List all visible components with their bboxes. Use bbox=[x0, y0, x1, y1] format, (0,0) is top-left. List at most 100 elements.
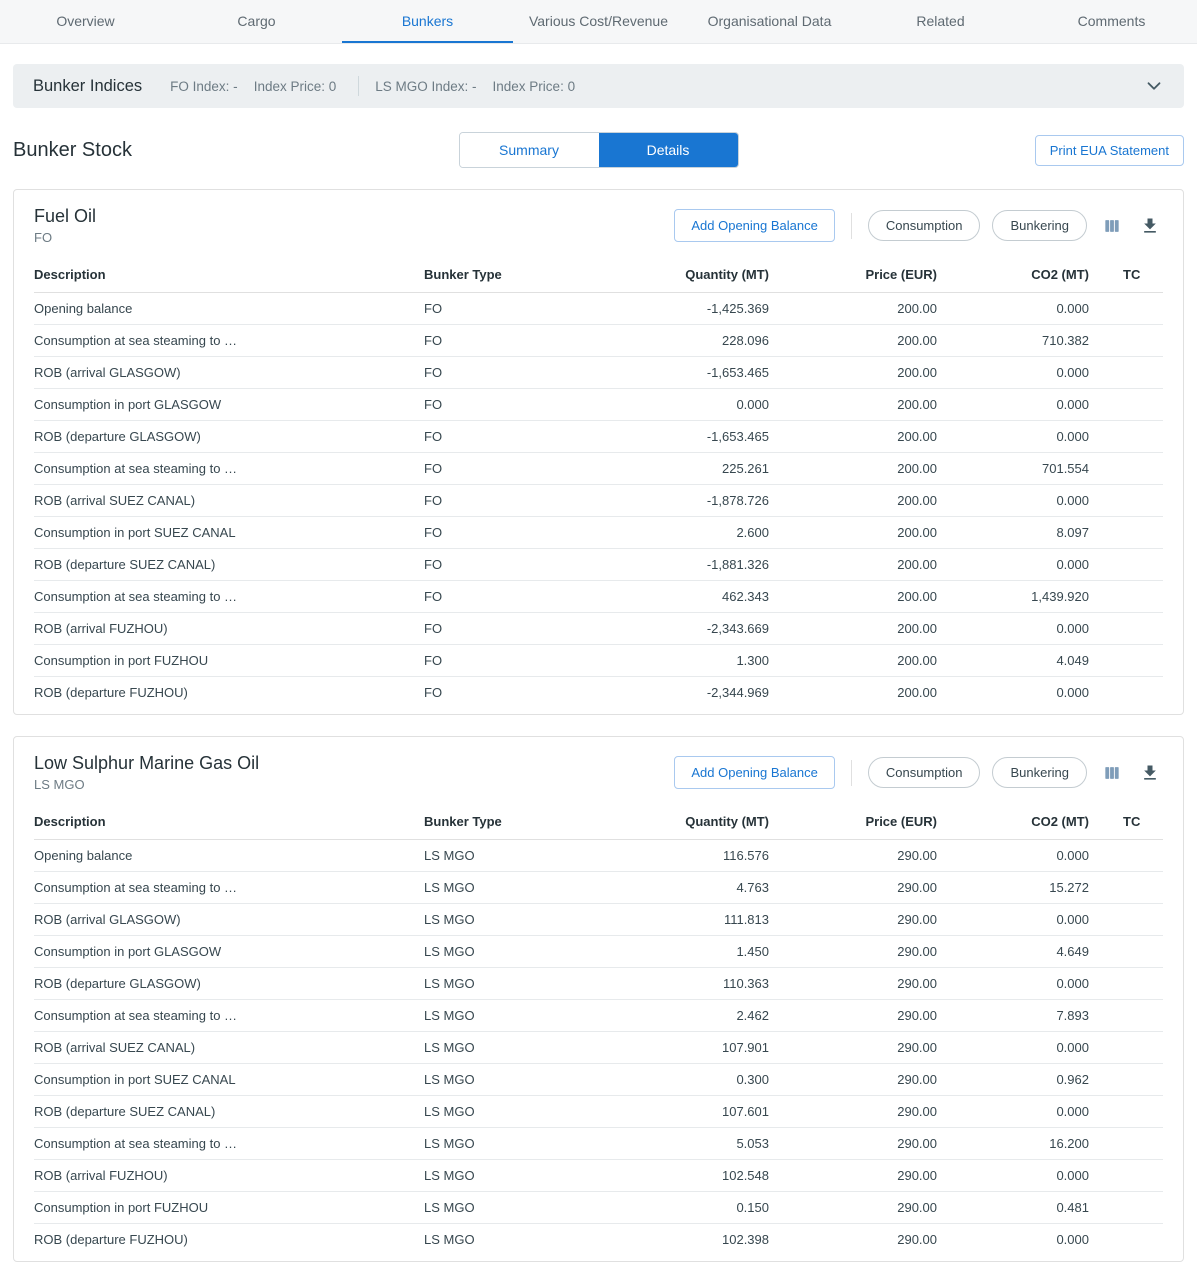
table-row[interactable]: ROB (departure FUZHOU)LS MGO102.398290.0… bbox=[34, 1224, 1163, 1256]
cell-price: 290.00 bbox=[769, 1160, 937, 1192]
table-row[interactable]: ROB (arrival SUEZ CANAL)FO-1,878.726200.… bbox=[34, 485, 1163, 517]
card-subtitle: LS MGO bbox=[34, 777, 259, 792]
tab-related[interactable]: Related bbox=[855, 0, 1026, 43]
table-row[interactable]: Consumption at sea steaming to …FO228.09… bbox=[34, 325, 1163, 357]
cell-description: Consumption at sea steaming to … bbox=[34, 581, 424, 613]
table-row[interactable]: Consumption in port GLASGOWFO0.000200.00… bbox=[34, 389, 1163, 421]
bunker-indices-bar[interactable]: Bunker Indices FO Index: - Index Price: … bbox=[13, 64, 1184, 108]
table-row[interactable]: ROB (arrival GLASGOW)FO-1,653.465200.000… bbox=[34, 357, 1163, 389]
bunker-stock-header: Bunker Stock Summary Details Print EUA S… bbox=[13, 132, 1184, 168]
cell-price: 200.00 bbox=[769, 485, 937, 517]
cell-bunker-type: LS MGO bbox=[424, 840, 579, 872]
table-header-row: Description Bunker Type Quantity (MT) Pr… bbox=[34, 806, 1163, 840]
cell-price: 290.00 bbox=[769, 936, 937, 968]
bunkering-button[interactable]: Bunkering bbox=[992, 757, 1087, 788]
cell-bunker-type: FO bbox=[424, 485, 579, 517]
table-row[interactable]: ROB (departure GLASGOW)LS MGO110.363290.… bbox=[34, 968, 1163, 1000]
cell-description: Consumption in port SUEZ CANAL bbox=[34, 517, 424, 549]
consumption-button[interactable]: Consumption bbox=[868, 757, 981, 788]
table-row[interactable]: ROB (arrival SUEZ CANAL)LS MGO107.901290… bbox=[34, 1032, 1163, 1064]
chevron-down-icon[interactable] bbox=[1142, 74, 1166, 98]
table-row[interactable]: ROB (departure GLASGOW)FO-1,653.465200.0… bbox=[34, 421, 1163, 453]
cell-description: ROB (departure SUEZ CANAL) bbox=[34, 549, 424, 581]
cell-bunker-type: LS MGO bbox=[424, 872, 579, 904]
cell-bunker-type: LS MGO bbox=[424, 1160, 579, 1192]
cell-quantity: 1.300 bbox=[579, 645, 769, 677]
column-header-tc: TC bbox=[1089, 259, 1163, 293]
cell-tc bbox=[1089, 325, 1163, 357]
cell-co2: 0.000 bbox=[937, 613, 1089, 645]
cell-description: Consumption at sea steaming to … bbox=[34, 453, 424, 485]
cell-co2: 0.000 bbox=[937, 357, 1089, 389]
cell-quantity: -2,343.669 bbox=[579, 613, 769, 645]
cell-co2: 8.097 bbox=[937, 517, 1089, 549]
summary-toggle-button[interactable]: Summary bbox=[460, 133, 599, 167]
table-row[interactable]: Consumption in port SUEZ CANALFO2.600200… bbox=[34, 517, 1163, 549]
cell-description: Consumption in port SUEZ CANAL bbox=[34, 1064, 424, 1096]
download-icon[interactable] bbox=[1137, 760, 1163, 786]
add-opening-balance-button[interactable]: Add Opening Balance bbox=[674, 209, 834, 242]
table-row[interactable]: Consumption in port FUZHOUFO1.300200.004… bbox=[34, 645, 1163, 677]
tab-various-cost-revenue[interactable]: Various Cost/Revenue bbox=[513, 0, 684, 43]
column-header-price: Price (EUR) bbox=[769, 259, 937, 293]
cell-quantity: 4.763 bbox=[579, 872, 769, 904]
table-row[interactable]: Consumption in port SUEZ CANALLS MGO0.30… bbox=[34, 1064, 1163, 1096]
table-row[interactable]: Consumption in port GLASGOWLS MGO1.45029… bbox=[34, 936, 1163, 968]
table-row[interactable]: Consumption in port FUZHOULS MGO0.150290… bbox=[34, 1192, 1163, 1224]
cell-quantity: 110.363 bbox=[579, 968, 769, 1000]
details-toggle-button[interactable]: Details bbox=[599, 133, 738, 167]
bunker-indices-title: Bunker Indices bbox=[33, 77, 142, 96]
cell-description: ROB (arrival FUZHOU) bbox=[34, 613, 424, 645]
cell-price: 290.00 bbox=[769, 968, 937, 1000]
cell-quantity: -1,878.726 bbox=[579, 485, 769, 517]
table-row[interactable]: Consumption at sea steaming to …FO225.26… bbox=[34, 453, 1163, 485]
cell-description: Consumption at sea steaming to … bbox=[34, 872, 424, 904]
cell-co2: 0.000 bbox=[937, 677, 1089, 709]
table-row[interactable]: ROB (departure FUZHOU)FO-2,344.969200.00… bbox=[34, 677, 1163, 709]
tab-organisational-data[interactable]: Organisational Data bbox=[684, 0, 855, 43]
print-eua-statement-button[interactable]: Print EUA Statement bbox=[1035, 135, 1184, 166]
cell-co2: 4.049 bbox=[937, 645, 1089, 677]
card-title: Fuel Oil bbox=[34, 206, 96, 227]
table-row[interactable]: ROB (departure SUEZ CANAL)LS MGO107.6012… bbox=[34, 1096, 1163, 1128]
column-header-co2: CO2 (MT) bbox=[937, 806, 1089, 840]
cell-description: Consumption in port FUZHOU bbox=[34, 1192, 424, 1224]
cell-co2: 1,439.920 bbox=[937, 581, 1089, 613]
tab-overview[interactable]: Overview bbox=[0, 0, 171, 43]
cell-bunker-type: FO bbox=[424, 613, 579, 645]
table-row[interactable]: Consumption at sea steaming to …LS MGO2.… bbox=[34, 1000, 1163, 1032]
card-subtitle: FO bbox=[34, 230, 96, 245]
table-row[interactable]: Opening balanceFO-1,425.369200.000.000 bbox=[34, 293, 1163, 325]
cell-co2: 0.000 bbox=[937, 1096, 1089, 1128]
cell-price: 200.00 bbox=[769, 389, 937, 421]
tab-comments[interactable]: Comments bbox=[1026, 0, 1197, 43]
consumption-button[interactable]: Consumption bbox=[868, 210, 981, 241]
cell-co2: 4.649 bbox=[937, 936, 1089, 968]
table-row[interactable]: Consumption at sea steaming to …LS MGO4.… bbox=[34, 872, 1163, 904]
cell-bunker-type: FO bbox=[424, 453, 579, 485]
download-icon[interactable] bbox=[1137, 213, 1163, 239]
table-row[interactable]: ROB (arrival FUZHOU)LS MGO102.548290.000… bbox=[34, 1160, 1163, 1192]
cell-quantity: 462.343 bbox=[579, 581, 769, 613]
cell-quantity: -1,653.465 bbox=[579, 357, 769, 389]
table-row[interactable]: ROB (arrival FUZHOU)FO-2,343.669200.000.… bbox=[34, 613, 1163, 645]
cell-co2: 0.000 bbox=[937, 1224, 1089, 1256]
ls-mgo-card: Low Sulphur Marine Gas Oil LS MGO Add Op… bbox=[13, 736, 1184, 1262]
cell-tc bbox=[1089, 581, 1163, 613]
table-row[interactable]: Consumption at sea steaming to …FO462.34… bbox=[34, 581, 1163, 613]
cell-tc bbox=[1089, 517, 1163, 549]
table-row[interactable]: Opening balanceLS MGO116.576290.000.000 bbox=[34, 840, 1163, 872]
tab-bunkers[interactable]: Bunkers bbox=[342, 0, 513, 43]
columns-icon[interactable] bbox=[1099, 760, 1125, 786]
cell-tc bbox=[1089, 872, 1163, 904]
tab-cargo[interactable]: Cargo bbox=[171, 0, 342, 43]
add-opening-balance-button[interactable]: Add Opening Balance bbox=[674, 756, 834, 789]
table-row[interactable]: Consumption at sea steaming to …LS MGO5.… bbox=[34, 1128, 1163, 1160]
columns-icon[interactable] bbox=[1099, 213, 1125, 239]
cell-bunker-type: LS MGO bbox=[424, 904, 579, 936]
table-row[interactable]: ROB (departure SUEZ CANAL)FO-1,881.32620… bbox=[34, 549, 1163, 581]
cell-price: 200.00 bbox=[769, 325, 937, 357]
table-row[interactable]: ROB (arrival GLASGOW)LS MGO111.813290.00… bbox=[34, 904, 1163, 936]
cell-price: 200.00 bbox=[769, 453, 937, 485]
bunkering-button[interactable]: Bunkering bbox=[992, 210, 1087, 241]
